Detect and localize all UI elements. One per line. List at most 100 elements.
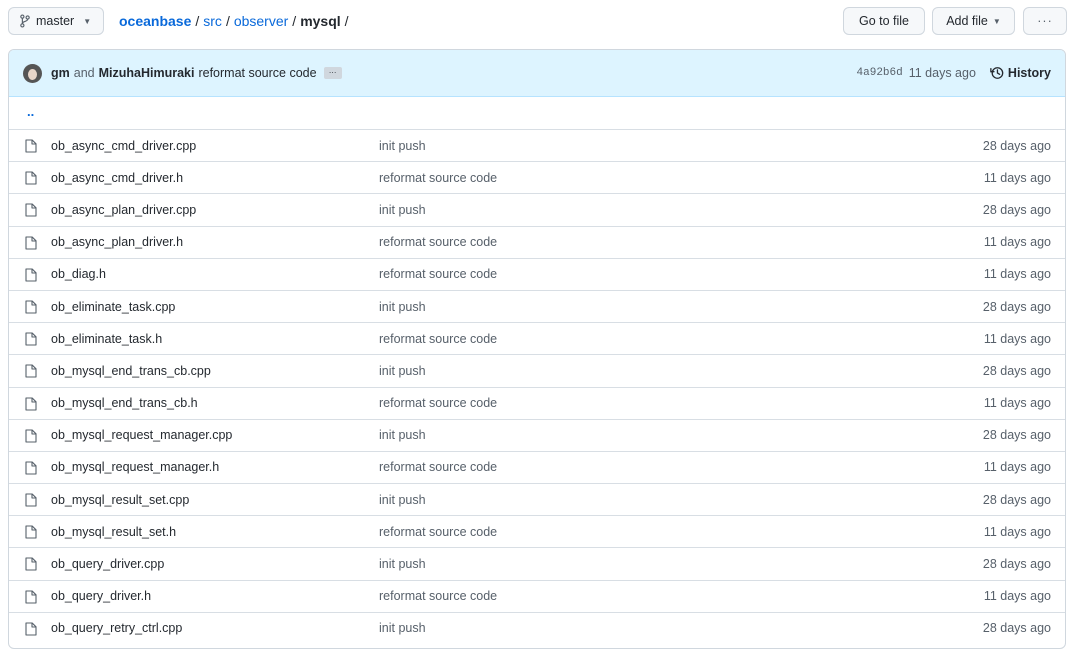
file-name-link[interactable]: ob_mysql_result_set.cpp bbox=[51, 493, 189, 507]
file-name-link[interactable]: ob_query_driver.h bbox=[51, 589, 151, 603]
file-commit-message-link[interactable]: init push bbox=[379, 203, 426, 217]
table-row[interactable]: ob_mysql_request_manager.cpp init push 28 … bbox=[9, 418, 1065, 451]
git-branch-icon bbox=[20, 14, 30, 28]
table-row[interactable]: ob_query_driver.cpp init push 28 days ago bbox=[9, 547, 1065, 579]
file-commit-age: 28 days ago bbox=[982, 557, 1051, 572]
add-file-label: Add file bbox=[946, 14, 988, 28]
go-to-file-button[interactable]: Go to file bbox=[843, 7, 925, 35]
file-icon bbox=[25, 590, 37, 604]
history-label: History bbox=[1007, 66, 1051, 80]
commit-and-text: and bbox=[73, 66, 95, 80]
file-icon bbox=[25, 139, 37, 153]
file-commit-message-link[interactable]: reformat source code bbox=[379, 267, 497, 281]
commit-coauthor-link[interactable]: MizuhaHimuraki bbox=[99, 66, 195, 80]
commit-summary: gm and MizuhaHimuraki reformat source co… bbox=[51, 66, 342, 80]
file-commit-message-link[interactable]: init push bbox=[379, 364, 426, 378]
breadcrumb-repo-link[interactable]: oceanbase bbox=[119, 13, 191, 29]
branch-select-button[interactable]: master ▼ bbox=[8, 7, 105, 35]
table-row[interactable]: ob_mysql_end_trans_cb.h reformat source c… bbox=[9, 386, 1065, 419]
table-row[interactable]: ob_async_plan_driver.cpp init push 28 days… bbox=[9, 193, 1065, 225]
file-name-link[interactable]: ob_mysql_end_trans_cb.cpp bbox=[51, 364, 211, 378]
file-name-link[interactable]: ob_query_driver.cpp bbox=[51, 557, 164, 571]
file-commit-age: 11 days ago bbox=[983, 170, 1051, 185]
file-commit-message-link[interactable]: init push bbox=[379, 557, 426, 571]
table-row[interactable]: ob_diag.h reformat source code 11 days ago bbox=[9, 257, 1065, 290]
parent-directory-link[interactable]: .. bbox=[27, 104, 34, 119]
file-commit-age: 28 days ago bbox=[982, 492, 1051, 507]
file-commit-message-link[interactable]: reformat source code bbox=[379, 589, 497, 603]
file-commit-message-link[interactable]: reformat source code bbox=[379, 332, 497, 346]
file-name-link[interactable]: ob_mysql_result_set.h bbox=[51, 525, 176, 539]
breadcrumb-separator: / bbox=[195, 13, 200, 29]
file-icon bbox=[25, 364, 37, 378]
file-name-link[interactable]: ob_query_retry_ctrl.cpp bbox=[51, 621, 182, 635]
table-row[interactable]: ob_mysql_request_manager.h reformat sourc… bbox=[9, 450, 1065, 483]
table-row[interactable]: ob_mysql_end_trans_cb.cpp init push 28 day… bbox=[9, 354, 1065, 386]
history-link[interactable]: History bbox=[990, 66, 1051, 80]
file-name-link[interactable]: ob_mysql_request_manager.cpp bbox=[51, 428, 232, 442]
file-commit-message-link[interactable]: reformat source code bbox=[379, 396, 497, 410]
commit-message-link[interactable]: reformat source code bbox=[198, 66, 316, 80]
file-icon bbox=[25, 203, 37, 217]
file-commit-message-link[interactable]: reformat source code bbox=[379, 460, 497, 474]
avatar[interactable] bbox=[23, 64, 42, 83]
table-row[interactable]: ob_eliminate_task.cpp init push 28 days ag… bbox=[9, 289, 1065, 322]
breadcrumb-separator: / bbox=[292, 13, 297, 29]
file-commit-age: 11 days ago bbox=[983, 589, 1051, 604]
file-commit-message-link[interactable]: reformat source code bbox=[379, 525, 497, 539]
table-row[interactable]: ob_query_retry_ctrl.cpp init push 28 days … bbox=[9, 611, 1065, 644]
branch-name: master bbox=[36, 14, 75, 28]
file-commit-message-link[interactable]: init push bbox=[379, 493, 426, 507]
breadcrumb-separator: / bbox=[225, 13, 230, 29]
file-name-link[interactable]: ob_async_cmd_driver.h bbox=[51, 171, 183, 185]
file-icon bbox=[25, 396, 37, 411]
commit-sha-link[interactable]: 4a92b6d bbox=[857, 67, 903, 79]
table-row[interactable]: ob_eliminate_task.h reformat source code 1… bbox=[9, 322, 1065, 354]
table-row[interactable]: ob_mysql_result_set.h reformat source cod… bbox=[9, 515, 1065, 547]
file-list-box: gm and MizuhaHimuraki reformat source co… bbox=[8, 49, 1066, 649]
file-name-link[interactable]: ob_mysql_end_trans_cb.h bbox=[51, 396, 198, 410]
file-commit-age: 11 days ago bbox=[983, 331, 1051, 346]
file-icon bbox=[25, 557, 37, 571]
file-commit-age: 11 days ago bbox=[983, 460, 1051, 475]
breadcrumb-observer-link[interactable]: observer bbox=[234, 13, 288, 29]
parent-directory-row[interactable]: .. bbox=[9, 97, 1065, 129]
table-row[interactable]: ob_async_plan_driver.h reformat source co… bbox=[9, 225, 1065, 258]
file-name-link[interactable]: ob_async_plan_driver.cpp bbox=[51, 203, 196, 217]
chevron-down-icon: ▼ bbox=[992, 16, 1001, 26]
table-row[interactable]: ob_async_cmd_driver.cpp init push 28 days … bbox=[9, 129, 1065, 161]
table-row[interactable]: ob_mysql_result_set.cpp init push 28 days … bbox=[9, 483, 1065, 515]
commit-time: 11 days ago bbox=[908, 66, 976, 80]
file-icon bbox=[25, 493, 37, 507]
breadcrumb-current: mysql bbox=[300, 13, 341, 29]
add-file-button[interactable]: Add file ▼ bbox=[932, 7, 1015, 35]
file-icon bbox=[25, 622, 37, 636]
file-name-link[interactable]: ob_eliminate_task.h bbox=[51, 332, 162, 346]
file-name-link[interactable]: ob_mysql_request_manager.h bbox=[51, 460, 219, 474]
file-commit-message-link[interactable]: init push bbox=[379, 428, 426, 442]
file-commit-message-link[interactable]: reformat source code bbox=[379, 171, 497, 185]
repo-toolbar: master ▼ oceanbase / src / observer / my… bbox=[0, 0, 1080, 44]
breadcrumb-src-link[interactable]: src bbox=[203, 13, 222, 29]
file-commit-message-link[interactable]: reformat source code bbox=[379, 235, 497, 249]
table-row[interactable]: ob_async_cmd_driver.h reformat source cod… bbox=[9, 161, 1065, 193]
more-options-button[interactable]: ··· bbox=[1023, 7, 1067, 35]
file-rows: ob_async_cmd_driver.cpp init push 28 days … bbox=[9, 129, 1065, 644]
commit-author-link[interactable]: gm bbox=[51, 66, 70, 80]
file-commit-age: 28 days ago bbox=[982, 138, 1051, 153]
go-to-file-label: Go to file bbox=[858, 14, 910, 28]
breadcrumb-separator: / bbox=[344, 13, 349, 29]
file-commit-message-link[interactable]: init push bbox=[379, 139, 426, 153]
file-commit-age: 28 days ago bbox=[982, 621, 1051, 636]
file-name-link[interactable]: ob_async_cmd_driver.cpp bbox=[51, 139, 196, 153]
expand-commit-button[interactable]: … bbox=[323, 67, 342, 79]
file-name-link[interactable]: ob_eliminate_task.cpp bbox=[51, 300, 175, 314]
file-name-link[interactable]: ob_async_plan_driver.h bbox=[51, 235, 183, 249]
chevron-down-icon: ▼ bbox=[83, 16, 92, 26]
file-name-link[interactable]: ob_diag.h bbox=[51, 267, 106, 281]
latest-commit-bar: gm and MizuhaHimuraki reformat source co… bbox=[9, 50, 1065, 97]
file-commit-message-link[interactable]: init push bbox=[379, 621, 426, 635]
table-row[interactable]: ob_query_driver.h reformat source code 11 … bbox=[9, 579, 1065, 612]
file-commit-message-link[interactable]: init push bbox=[379, 300, 426, 314]
file-commit-age: 28 days ago bbox=[982, 202, 1051, 217]
